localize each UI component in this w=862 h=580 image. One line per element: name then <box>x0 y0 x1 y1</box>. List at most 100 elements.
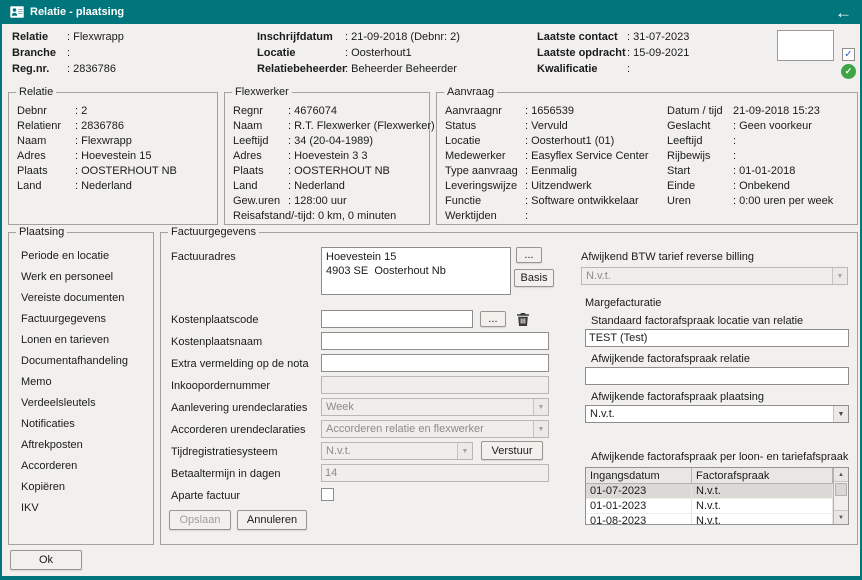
row-value: 21-09-2018 15:23 <box>733 105 820 117</box>
table-row[interactable]: 01-01-2023 N.v.t. <box>586 499 848 514</box>
row-label: Land <box>233 180 288 192</box>
nav-item-aftrekposten[interactable]: Aftrekposten <box>9 434 153 455</box>
reisafstand-value: Reisafstand/-tijd: 0 km, 0 minuten <box>233 210 396 222</box>
accorderen-urendeclaraties-select[interactable]: Accorderen relatie en flexwerker▼ <box>321 420 549 438</box>
row-value: : Oosterhout1 (01) <box>525 135 614 147</box>
photo-placeholder <box>777 30 834 61</box>
nav-item-factuurgegevens[interactable]: Factuurgegevens <box>9 308 153 329</box>
table-scrollbar[interactable]: ▲ ▼ <box>833 468 848 524</box>
inkoopordernummer-label: Inkoopordernummer <box>171 380 270 392</box>
nav-item-documentafhandeling[interactable]: Documentafhandeling <box>9 350 153 371</box>
window-title: Relatie - plaatsing <box>30 6 829 18</box>
basis-button[interactable]: Basis <box>514 269 554 287</box>
nav-item-memo[interactable]: Memo <box>9 371 153 392</box>
row-label: Gew.uren <box>233 195 288 207</box>
row-value: : 2 <box>75 105 87 117</box>
column-header-ingangsdatum: Ingangsdatum <box>586 468 692 483</box>
relatie-groupbox: Relatie Debnr: 2 Relatienr: 2836786 Naam… <box>8 92 218 225</box>
nav-item-vereiste-documenten[interactable]: Vereiste documenten <box>9 287 153 308</box>
kostenplaatscode-delete-button[interactable] <box>513 309 533 329</box>
aanlevering-select[interactable]: Week▼ <box>321 398 549 416</box>
afwijkende-factorafspraak-relatie-input[interactable] <box>585 367 849 385</box>
nav-item-kopieren[interactable]: Kopiëren <box>9 476 153 497</box>
row-label: Plaats <box>233 165 288 177</box>
header-value: : 31-07-2023 <box>627 31 689 43</box>
relatie-plaatsing-window: Relatie - plaatsing ← Relatie: Flexwrapp… <box>0 0 862 580</box>
scroll-up-icon[interactable]: ▲ <box>834 468 848 482</box>
trash-icon <box>516 312 530 327</box>
opslaan-button[interactable]: Opslaan <box>169 510 231 530</box>
betaaltermijn-label: Betaaltermijn in dagen <box>171 468 280 480</box>
nav-item-notificaties[interactable]: Notificaties <box>9 413 153 434</box>
factuuradres-textbox[interactable]: Hoevestein 15 4903 SE Oosterhout Nb <box>321 247 511 295</box>
row-label: Geslacht <box>667 120 733 132</box>
verstuur-button[interactable]: Verstuur <box>481 441 543 460</box>
inkoopordernummer-input[interactable] <box>321 376 549 394</box>
chevron-down-icon: ▼ <box>833 406 848 422</box>
row-value: : OOSTERHOUT NB <box>75 165 177 177</box>
row-value: : 1656539 <box>525 105 574 117</box>
header-label: Reg.nr. <box>12 63 67 75</box>
header-checkbox[interactable]: ✓ <box>842 48 855 61</box>
row-label: Adres <box>233 150 288 162</box>
afwijkende-factorafspraak-plaatsing-select[interactable]: N.v.t.▼ <box>585 405 849 423</box>
chevron-down-icon: ▼ <box>832 268 847 284</box>
row-label: Leeftijd <box>233 135 288 147</box>
nav-item-lonen-en-tarieven[interactable]: Lonen en tarieven <box>9 329 153 350</box>
plaatsing-groupbox: Plaatsing Periode en locatie Werk en per… <box>8 232 154 545</box>
row-label: Naam <box>233 120 288 132</box>
row-label: Rijbewijs <box>667 150 733 162</box>
margefacturatie-title: Margefacturatie <box>585 297 661 309</box>
scroll-down-icon[interactable]: ▼ <box>834 510 848 524</box>
btw-reverse-billing-select[interactable]: N.v.t.▼ <box>581 267 848 285</box>
nav-item-verdeelsleutels[interactable]: Verdeelsleutels <box>9 392 153 413</box>
row-label: Relatienr <box>17 120 75 132</box>
annuleren-button[interactable]: Annuleren <box>237 510 307 530</box>
row-label: Start <box>667 165 733 177</box>
aanvraag-group-title: Aanvraag <box>444 86 497 99</box>
table-row[interactable]: 01-07-2023 N.v.t. <box>586 484 848 499</box>
row-label: Naam <box>17 135 75 147</box>
factuuradres-browse-button[interactable]: ... <box>516 247 542 263</box>
nav-item-werk-en-personeel[interactable]: Werk en personeel <box>9 266 153 287</box>
nav-item-accorderen[interactable]: Accorderen <box>9 455 153 476</box>
back-arrow-icon[interactable]: ← <box>835 4 852 21</box>
row-label: Status <box>445 120 525 132</box>
row-label: Functie <box>445 195 525 207</box>
aparte-factuur-checkbox[interactable] <box>321 488 334 501</box>
aanvraag-groupbox: Aanvraag Aanvraagnr: 1656539 Status: Ver… <box>436 92 858 225</box>
kostenplaatscode-browse-button[interactable]: ... <box>480 311 506 327</box>
nav-item-ikv[interactable]: IKV <box>9 497 153 518</box>
header-laatste-column: Laatste contact: 31-07-2023 Laatste opdr… <box>537 29 689 77</box>
row-value: : Software ontwikkelaar <box>525 195 639 207</box>
standaard-factorafspraak-input[interactable] <box>585 329 849 347</box>
betaaltermijn-input[interactable] <box>321 464 549 482</box>
row-value: : 128:00 uur <box>288 195 347 207</box>
header-label: Relatie <box>12 31 67 43</box>
row-value: : Onbekend <box>733 180 790 192</box>
flexwerker-group-title: Flexwerker <box>232 86 292 99</box>
kostenplaatscode-label: Kostenplaatscode <box>171 314 258 326</box>
factorafspraak-tabel-label: Afwijkende factorafspraak per loon- en t… <box>591 451 848 463</box>
row-value: : Eenmalig <box>525 165 577 177</box>
kostenplaatsnaam-input[interactable] <box>321 332 549 350</box>
extra-vermelding-input[interactable] <box>321 354 549 372</box>
row-label: Einde <box>667 180 733 192</box>
row-label: Plaats <box>17 165 75 177</box>
header-value: : 21-09-2018 (Debnr: 2) <box>345 31 460 43</box>
aanlevering-label: Aanlevering urendeclaraties <box>171 402 307 414</box>
table-row[interactable]: 01-08-2023 N.v.t. <box>586 514 848 525</box>
row-value: : 0:00 uren per week <box>733 195 833 207</box>
ok-button[interactable]: Ok <box>10 550 82 570</box>
header-label: Branche <box>12 47 67 59</box>
header-label: Locatie <box>257 47 345 59</box>
kostenplaatscode-input[interactable] <box>321 310 473 328</box>
nav-item-periode-en-locatie[interactable]: Periode en locatie <box>9 245 153 266</box>
scrollbar-thumb[interactable] <box>835 483 847 496</box>
header-label: Relatiebeheerder <box>257 63 345 75</box>
header-label: Kwalificatie <box>537 63 627 75</box>
row-label: Uren <box>667 195 733 207</box>
chevron-down-icon: ▼ <box>533 421 548 437</box>
header-inschrijf-column: Inschrijfdatum: 21-09-2018 (Debnr: 2) Lo… <box>257 29 460 77</box>
tijdregistratie-select[interactable]: N.v.t.▼ <box>321 442 473 460</box>
